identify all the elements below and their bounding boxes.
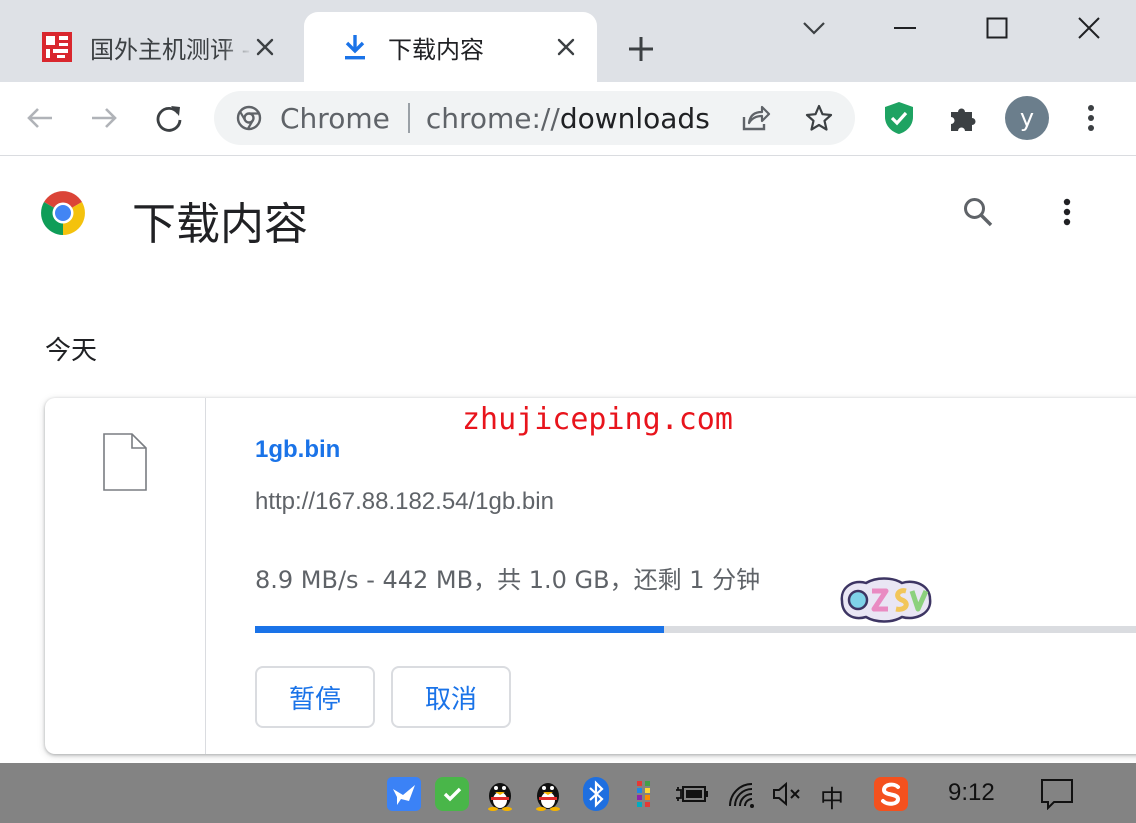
new-tab-button[interactable] — [622, 30, 660, 68]
profile-avatar[interactable]: y — [1005, 96, 1049, 140]
feishu-bird-icon[interactable] — [387, 777, 421, 811]
date-section-label: 今天 — [45, 336, 98, 366]
download-progress-bar — [255, 626, 1136, 633]
url-scheme: chrome:// — [425, 101, 560, 135]
sogou-input-icon[interactable] — [874, 777, 908, 811]
cancel-button[interactable]: 取消 — [391, 666, 511, 728]
bookmark-star-icon[interactable] — [797, 96, 841, 140]
color-grid-icon[interactable] — [627, 777, 661, 811]
menu-kebab-icon[interactable] — [1069, 96, 1113, 140]
tab-strip: 国外主机测评 - 下载内容 — [0, 0, 1136, 82]
ime-language-indicator[interactable]: 中 — [820, 779, 844, 814]
close-icon[interactable] — [252, 34, 278, 60]
downloads-header: 下载内容 — [0, 156, 1136, 266]
shield-extension-icon[interactable] — [877, 96, 921, 140]
file-name-link[interactable]: 1gb.bin — [255, 436, 340, 464]
url-host: downloads — [559, 101, 710, 135]
qq-penguin-icon[interactable] — [531, 777, 565, 811]
graffiti-sticker-icon — [836, 573, 936, 625]
chrome-logo-icon — [40, 190, 86, 236]
battery-plug-icon[interactable] — [675, 777, 709, 811]
close-icon[interactable] — [553, 34, 579, 60]
share-icon[interactable] — [734, 96, 778, 140]
download-icon — [338, 30, 372, 64]
back-button[interactable] — [18, 96, 62, 140]
source-url-link[interactable]: http://167.88.182.54/1gb.bin — [255, 488, 554, 516]
omnibox-divider — [407, 103, 410, 133]
wifi-icon[interactable] — [725, 777, 759, 811]
download-item-card: 1gb.bin http://167.88.182.54/1gb.bin 8.9… — [45, 398, 1136, 754]
search-icon[interactable] — [956, 190, 1000, 234]
site-logo-icon — [40, 30, 74, 64]
more-options-icon[interactable] — [1045, 190, 1089, 234]
qq-penguin-icon[interactable] — [483, 777, 517, 811]
tab-downloads[interactable]: 下载内容 — [304, 12, 597, 82]
bluetooth-icon[interactable] — [579, 777, 613, 811]
pause-button[interactable]: 暂停 — [255, 666, 375, 728]
security-check-icon[interactable] — [435, 777, 469, 811]
reload-button[interactable] — [147, 96, 191, 140]
watermark-text: zhujiceping.com — [462, 402, 733, 437]
page-title: 下载内容 — [132, 199, 308, 250]
tab-zhujiceping[interactable]: 国外主机测评 - — [6, 12, 296, 82]
tab-title: 下载内容 — [388, 35, 484, 64]
toolbar: Chrome chrome://downloads y — [0, 82, 1136, 156]
taskbar-clock[interactable]: 9:12 — [948, 779, 995, 807]
chrome-page-icon — [236, 105, 262, 131]
close-window-button[interactable] — [1069, 8, 1109, 48]
maximize-button[interactable] — [977, 8, 1017, 48]
extensions-puzzle-icon[interactable] — [941, 96, 985, 140]
tab-search-button[interactable] — [794, 8, 834, 48]
card-divider — [205, 398, 206, 754]
file-icon — [101, 432, 149, 492]
forward-button[interactable] — [82, 96, 126, 140]
download-progress-fill — [255, 626, 665, 633]
windows-taskbar: 中 9:12 — [0, 763, 1136, 823]
notification-center-icon[interactable] — [1040, 777, 1074, 811]
minimize-button[interactable] — [885, 8, 925, 48]
volume-muted-icon[interactable] — [770, 777, 804, 811]
omnibox-url[interactable]: chrome://downloads — [426, 102, 710, 135]
download-status: 8.9 MB/s - 442 MB，共 1.0 GB，还剩 1 分钟 — [255, 566, 761, 594]
omnibox[interactable]: Chrome chrome://downloads — [214, 91, 855, 145]
tab-title: 国外主机测评 - — [90, 35, 251, 64]
omnibox-chrome-label: Chrome — [280, 101, 390, 135]
